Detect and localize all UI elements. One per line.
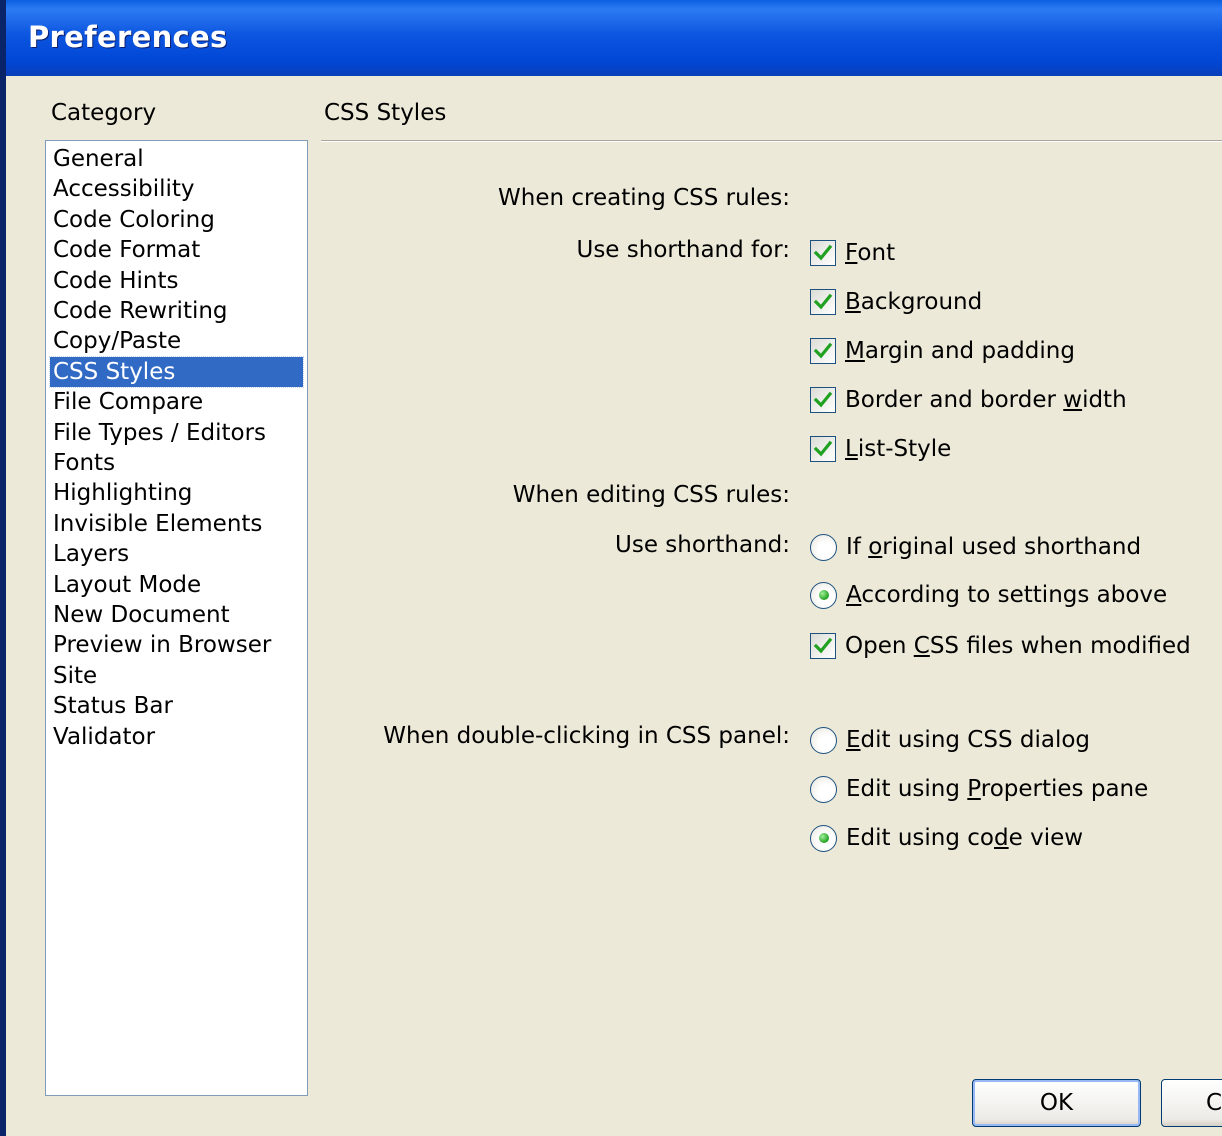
category-item[interactable]: Status Bar — [50, 691, 303, 721]
category-item[interactable]: General — [50, 144, 303, 174]
option-label[interactable]: Border and border width — [845, 387, 1127, 413]
category-item[interactable]: Code Coloring — [50, 205, 303, 235]
use-shorthand-for-label: Use shorthand for: — [576, 237, 790, 263]
option-label[interactable]: Margin and padding — [845, 338, 1075, 364]
radio-button[interactable] — [810, 581, 837, 609]
option-label[interactable]: Edit using code view — [846, 825, 1083, 851]
category-item[interactable]: New Document — [50, 600, 303, 630]
window-title: Preferences — [28, 20, 228, 54]
cancel-button[interactable]: Ca — [1161, 1079, 1222, 1127]
double-click-option[interactable]: Edit using CSS dialog — [810, 725, 1090, 755]
option-label[interactable]: Edit using CSS dialog — [846, 727, 1090, 753]
option-label[interactable]: List-Style — [845, 436, 951, 462]
preferences-window: Preferences Category General Accessibilit… — [0, 0, 1222, 1136]
checkbox[interactable] — [810, 289, 836, 315]
shorthand-option[interactable]: Font — [810, 238, 895, 268]
category-list[interactable]: General Accessibility Code Coloring Code Fo… — [45, 140, 308, 1096]
radio-button[interactable] — [810, 726, 837, 754]
checkbox[interactable] — [810, 240, 836, 266]
category-item[interactable]: Code Rewriting — [50, 296, 303, 326]
creating-rules-label: When creating CSS rules: — [498, 185, 790, 211]
shorthand-option[interactable]: Border and border width — [810, 385, 1127, 415]
category-item[interactable]: Layers — [50, 539, 303, 569]
edit-shorthand-option[interactable]: If original used shorthand — [810, 532, 1141, 562]
double-click-label: When double-clicking in CSS panel: — [383, 723, 790, 749]
radio-button[interactable] — [810, 775, 837, 803]
checkbox[interactable] — [810, 387, 836, 413]
category-item[interactable]: Invisible Elements — [50, 509, 303, 539]
category-item[interactable]: Fonts — [50, 448, 303, 478]
option-label[interactable]: Font — [845, 240, 895, 266]
checkbox[interactable] — [810, 633, 836, 659]
edit-shorthand-option[interactable]: According to settings above — [810, 580, 1167, 610]
title-bar[interactable]: Preferences — [6, 0, 1222, 76]
option-label[interactable]: Background — [845, 289, 982, 315]
option-label[interactable]: Edit using Properties pane — [846, 776, 1148, 802]
radio-button[interactable] — [810, 533, 837, 561]
option-label[interactable]: If original used shorthand — [846, 534, 1141, 560]
editing-rules-label: When editing CSS rules: — [512, 482, 790, 508]
category-item[interactable]: Validator — [50, 722, 303, 752]
category-item[interactable]: Highlighting — [50, 478, 303, 508]
checkbox[interactable] — [810, 436, 836, 462]
shorthand-option[interactable]: Margin and padding — [810, 336, 1075, 366]
panel-title: CSS Styles — [324, 100, 447, 126]
shorthand-option[interactable]: Background — [810, 287, 982, 317]
category-item[interactable]: Layout Mode — [50, 570, 303, 600]
category-item[interactable]: Code Hints — [50, 266, 303, 296]
option-label[interactable]: According to settings above — [846, 582, 1167, 608]
use-shorthand-label: Use shorthand: — [615, 532, 790, 558]
option-label[interactable]: Open CSS files when modified — [845, 633, 1191, 659]
category-item[interactable]: CSS Styles — [49, 355, 304, 388]
open-css-files-option[interactable]: Open CSS files when modified — [810, 631, 1191, 661]
category-item[interactable]: Site — [50, 661, 303, 691]
checkbox[interactable] — [810, 338, 836, 364]
double-click-option[interactable]: Edit using code view — [810, 823, 1083, 853]
category-label: Category — [51, 100, 157, 126]
category-item[interactable]: Copy/Paste — [50, 326, 303, 356]
double-click-option[interactable]: Edit using Properties pane — [810, 774, 1148, 804]
category-item[interactable]: Preview in Browser — [50, 630, 303, 660]
category-item[interactable]: File Types / Editors — [50, 418, 303, 448]
category-item[interactable]: File Compare — [50, 387, 303, 417]
radio-button[interactable] — [810, 824, 837, 852]
panel-divider — [321, 140, 1222, 142]
shorthand-option[interactable]: List-Style — [810, 434, 951, 464]
ok-button[interactable]: OK — [972, 1079, 1141, 1127]
category-item[interactable]: Accessibility — [50, 174, 303, 204]
category-item[interactable]: Code Format — [50, 235, 303, 265]
